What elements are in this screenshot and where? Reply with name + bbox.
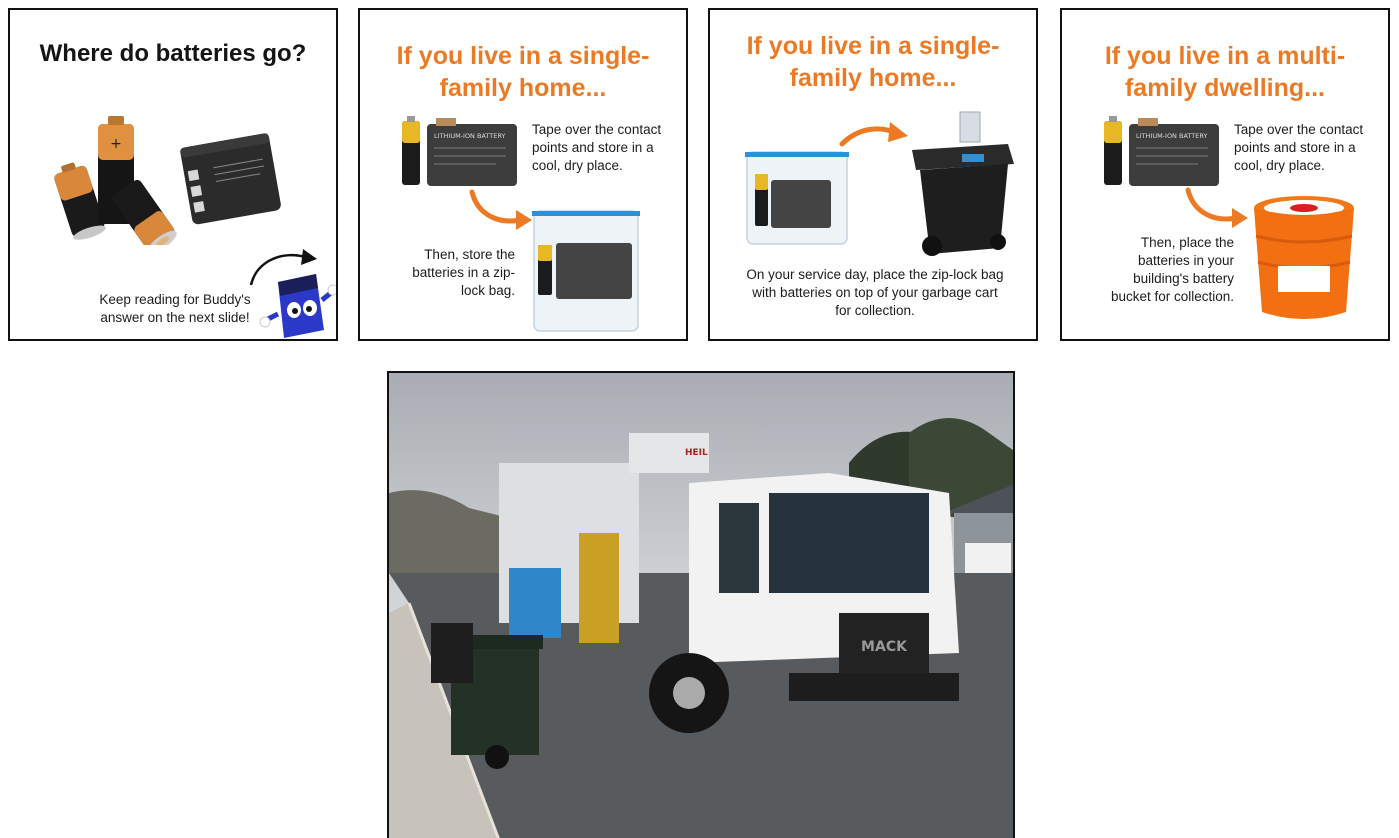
slide-where-batteries-go: Where do batteries go? + Keep reading fo… [8,8,338,341]
garbage-truck-photo: HEIL MACK [387,371,1015,838]
step-text: On your service day, place the zip-lock … [746,267,1004,318]
arrow-icon [839,122,908,147]
slide-single-family-step2: If you live in a single- family home... … [708,8,1038,341]
step2-text: Then, place the batteries in your buildi… [1110,235,1234,304]
svg-text:LITHIUM-ION BATTERY: LITHIUM-ION BATTERY [1136,132,1207,140]
lithium-battery-icon [180,133,281,225]
arrow-icon [1185,187,1248,228]
svg-text:+: + [110,136,122,152]
aa-battery-icon [1104,116,1122,185]
svg-text:MACK: MACK [861,639,908,655]
zip-bag-icon [532,210,640,332]
arrow-icon [469,189,532,230]
step1-text: Tape over the contact points and store i… [1234,122,1364,173]
zip-bag-icon [745,151,849,245]
lithium-battery-icon: LITHIUM-ION BATTERY [427,118,517,186]
svg-text:LITHIUM-ION BATTERY: LITHIUM-ION BATTERY [434,132,505,140]
slide-caption: Keep reading for Buddy's answer on the n… [99,292,251,325]
buddy-mascot-icon [259,274,336,338]
slide-multi-family: If you live in a multi- family dwelling.… [1060,8,1390,341]
aa-battery-icon [402,116,420,185]
slide-title: If you live in a multi- family dwelling.… [1104,42,1346,102]
aa-batteries-icon: + [54,116,177,245]
garbage-cart-icon [912,111,1014,256]
step2-text: Then, store the batteries in a zip- lock… [412,247,515,298]
battery-bucket-icon [1254,196,1354,319]
lithium-battery-icon: LITHIUM-ION BATTERY [1129,118,1219,186]
slide-title: If you live in a single- family home... [746,32,1000,92]
step1-text: Tape over the contact points and store i… [532,122,662,173]
svg-text:HEIL: HEIL [685,448,708,458]
garbage-truck-image: HEIL MACK [389,373,1013,838]
slide-title: If you live in a single- family home... [396,42,650,102]
slide-single-family-step1: If you live in a single- family home... … [358,8,688,341]
slide-title: Where do batteries go? [39,40,307,67]
